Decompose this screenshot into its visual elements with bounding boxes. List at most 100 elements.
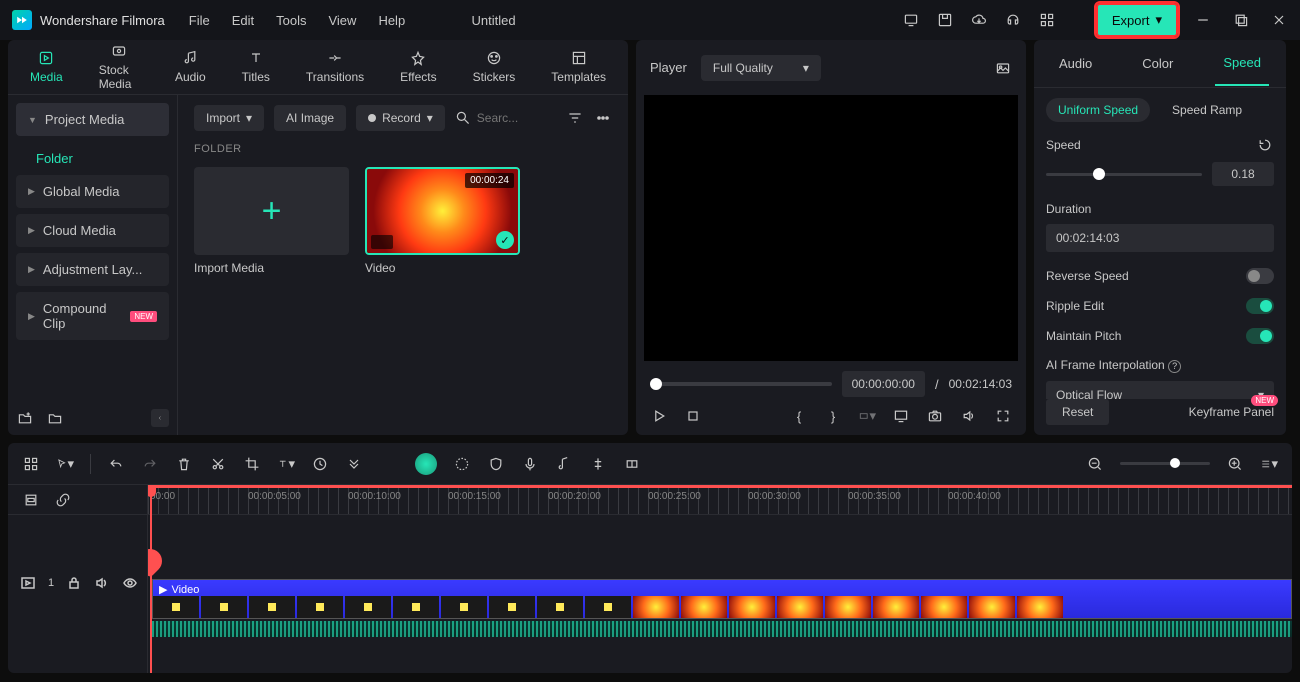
menu-view[interactable]: View xyxy=(328,13,356,28)
hide-track-icon[interactable] xyxy=(122,574,138,592)
menu-help[interactable]: Help xyxy=(378,13,405,28)
sidebar-cloud-media[interactable]: ▶Cloud Media xyxy=(16,214,169,247)
minimize-icon[interactable] xyxy=(1194,11,1212,29)
close-icon[interactable] xyxy=(1270,11,1288,29)
video-clip[interactable]: ▶Video xyxy=(152,579,1292,619)
import-button[interactable]: Import▾ xyxy=(194,105,264,131)
lock-track-icon[interactable] xyxy=(66,574,82,592)
sidebar-folder[interactable]: Folder xyxy=(16,142,169,175)
more-icon[interactable] xyxy=(594,109,612,127)
sidebar-global-media[interactable]: ▶Global Media xyxy=(16,175,169,208)
export-button[interactable]: Export ▾ xyxy=(1096,3,1178,37)
speed-tool-icon[interactable] xyxy=(311,455,329,473)
reset-button[interactable]: Reset xyxy=(1046,399,1109,425)
tab-templates[interactable]: Templates xyxy=(551,50,606,84)
reverse-speed-toggle[interactable] xyxy=(1246,268,1274,284)
duration-input[interactable]: 00:02:14:03 xyxy=(1046,224,1274,252)
tab-audio-props[interactable]: Audio xyxy=(1051,42,1100,85)
chip-uniform-speed[interactable]: Uniform Speed xyxy=(1046,98,1150,122)
shield-icon[interactable] xyxy=(487,455,505,473)
maximize-icon[interactable] xyxy=(1232,11,1250,29)
tab-titles[interactable]: Titles xyxy=(242,50,270,84)
zoom-out-icon[interactable] xyxy=(1086,455,1104,473)
text-icon[interactable]: ▾ xyxy=(277,455,295,473)
redo-icon[interactable] xyxy=(141,455,159,473)
timeline-ruler[interactable]: 00:00 00:00:05:00 00:00:10:00 00:00:15:0… xyxy=(148,485,1292,515)
audio-waveform[interactable] xyxy=(152,621,1292,637)
save-icon[interactable] xyxy=(936,11,954,29)
brace-right-icon[interactable]: } xyxy=(824,407,842,425)
tab-media[interactable]: Media xyxy=(30,50,63,84)
aspect-icon[interactable]: ▾ xyxy=(858,407,876,425)
chip-speed-ramp[interactable]: Speed Ramp xyxy=(1160,98,1254,122)
pointer-icon[interactable]: ▾ xyxy=(56,455,74,473)
undo-icon[interactable] xyxy=(107,455,125,473)
info-icon[interactable]: ? xyxy=(1168,360,1181,373)
sidebar-project-media[interactable]: ▼Project Media xyxy=(16,103,169,136)
fullscreen-icon[interactable] xyxy=(994,407,1012,425)
tab-effects[interactable]: Effects xyxy=(400,50,436,84)
record-button[interactable]: Record▾ xyxy=(356,105,445,131)
video-thumb[interactable]: 00:00:24 ✓ Video xyxy=(365,167,520,275)
tab-stock[interactable]: Stock Media xyxy=(99,43,139,91)
grid-icon[interactable] xyxy=(1038,11,1056,29)
music-tool-icon[interactable] xyxy=(555,455,573,473)
tab-stickers[interactable]: Stickers xyxy=(473,50,516,84)
ai-frame-dropdown[interactable]: Optical Flow▾ xyxy=(1046,381,1274,400)
brace-left-icon[interactable]: { xyxy=(790,407,808,425)
ai-image-button[interactable]: AI Image xyxy=(274,105,346,131)
stop-icon[interactable] xyxy=(684,407,702,425)
ripple-edit-toggle[interactable] xyxy=(1246,298,1274,314)
arrange-icon[interactable] xyxy=(22,455,40,473)
sidebar-compound-clip[interactable]: ▶Compound ClipNEW xyxy=(16,292,169,340)
keyframe-panel-button[interactable]: NEWKeyframe Panel xyxy=(1189,405,1274,419)
search-input[interactable] xyxy=(455,110,556,126)
menu-edit[interactable]: Edit xyxy=(232,13,254,28)
more-tools-icon[interactable] xyxy=(345,455,363,473)
zoom-in-icon[interactable] xyxy=(1226,455,1244,473)
preview-panel: Player Full Quality▾ 00:00:00:00 / 00:02… xyxy=(636,40,1026,435)
cut-icon[interactable] xyxy=(209,455,227,473)
menu-tools[interactable]: Tools xyxy=(276,13,306,28)
maintain-pitch-toggle[interactable] xyxy=(1246,328,1274,344)
delete-icon[interactable] xyxy=(175,455,193,473)
zoom-slider[interactable] xyxy=(1120,462,1210,465)
speed-value[interactable]: 0.18 xyxy=(1212,162,1274,186)
timeline-view-icon[interactable]: ▾ xyxy=(1260,455,1278,473)
camera-icon[interactable] xyxy=(926,407,944,425)
filter-icon[interactable] xyxy=(566,109,584,127)
tab-color-props[interactable]: Color xyxy=(1134,42,1181,85)
import-media-thumb[interactable]: + Import Media xyxy=(194,167,349,275)
play-icon[interactable] xyxy=(650,407,668,425)
ai-face-icon[interactable] xyxy=(415,453,437,475)
speed-slider[interactable] xyxy=(1046,173,1202,176)
timeline-tracks[interactable]: 00:00 00:00:05:00 00:00:10:00 00:00:15:0… xyxy=(148,485,1292,673)
quality-dropdown[interactable]: Full Quality▾ xyxy=(701,55,821,81)
display-icon[interactable] xyxy=(892,407,910,425)
support-icon[interactable] xyxy=(1004,11,1022,29)
playhead[interactable] xyxy=(150,485,152,673)
snapshot-icon[interactable] xyxy=(994,59,1012,77)
sidebar-adjustment-layer[interactable]: ▶Adjustment Lay... xyxy=(16,253,169,286)
link-icon[interactable] xyxy=(54,491,72,509)
cloud-icon[interactable] xyxy=(970,11,988,29)
keyframe-icon[interactable] xyxy=(623,455,641,473)
preview-scrubber[interactable] xyxy=(650,382,832,386)
mic-icon[interactable] xyxy=(521,455,539,473)
screen-icon[interactable] xyxy=(902,11,920,29)
collapse-icon[interactable] xyxy=(151,409,169,427)
new-folder-icon[interactable] xyxy=(16,409,34,427)
folder-icon[interactable] xyxy=(46,409,64,427)
tab-audio[interactable]: Audio xyxy=(175,50,206,84)
mute-track-icon[interactable] xyxy=(94,574,110,592)
link-tracks-icon[interactable] xyxy=(22,491,40,509)
tab-speed-props[interactable]: Speed xyxy=(1215,41,1269,86)
volume-icon[interactable] xyxy=(960,407,978,425)
marker-icon[interactable] xyxy=(589,455,607,473)
preview-viewport[interactable] xyxy=(644,95,1018,361)
tab-transitions[interactable]: Transitions xyxy=(306,50,364,84)
reset-speed-icon[interactable] xyxy=(1256,136,1274,154)
color-tool-icon[interactable] xyxy=(453,455,471,473)
menu-file[interactable]: File xyxy=(189,13,210,28)
crop-icon[interactable] xyxy=(243,455,261,473)
